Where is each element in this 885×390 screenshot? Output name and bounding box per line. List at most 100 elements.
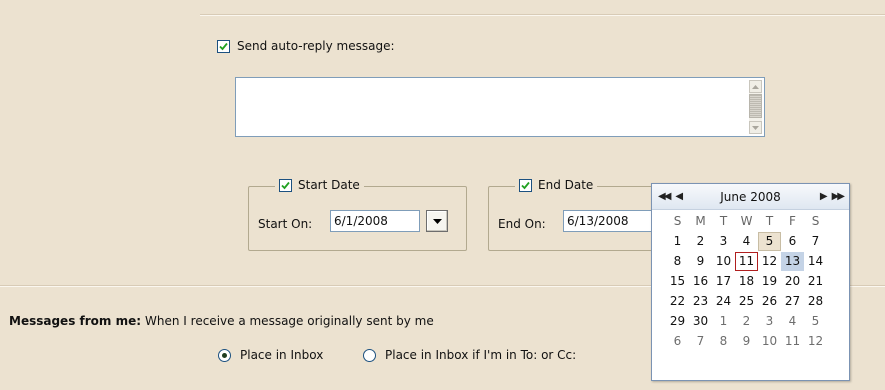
auto-reply-checkbox[interactable] <box>217 39 230 53</box>
weekday-header: S <box>811 214 820 228</box>
calendar-day[interactable]: 3 <box>712 232 735 251</box>
calendar-day[interactable]: 6 <box>781 232 804 251</box>
calendar-day[interactable]: 8 <box>712 332 735 351</box>
calendar-day[interactable]: 5 <box>804 312 827 331</box>
messages-from-me-row: Messages from me: When I receive a messa… <box>9 314 434 328</box>
scroll-down-icon <box>752 125 759 130</box>
auto-reply-row: Send auto-reply message: <box>217 39 395 53</box>
next-month-icon[interactable]: ▶ <box>820 191 828 202</box>
chevron-down-icon <box>432 218 442 224</box>
calendar-day[interactable]: 26 <box>758 292 781 311</box>
calendar-day[interactable]: 4 <box>735 232 758 251</box>
start-date-group-label: Start Date <box>298 178 360 192</box>
calendar-day[interactable]: 21 <box>804 272 827 291</box>
calendar-day[interactable]: 5 <box>758 231 781 251</box>
end-date-input[interactable]: 6/13/2008 <box>563 210 653 232</box>
scroll-up-icon <box>752 84 759 89</box>
messages-from-me-label: Messages from me: <box>9 314 142 328</box>
start-date-legend: Start Date <box>275 176 364 194</box>
calendar-day[interactable]: 3 <box>758 312 781 331</box>
calendar-day[interactable]: 13 <box>781 251 804 271</box>
calendar-header: ◀◀ ◀ June 2008 ▶ ▶▶ <box>652 184 849 210</box>
weekday-header: T <box>765 214 774 228</box>
calendar-week-row: 29 30 1 2 3 4 5 <box>666 311 827 331</box>
calendar-day[interactable]: 7 <box>689 332 712 351</box>
calendar-next-nav: ▶ ▶▶ <box>820 191 845 202</box>
calendar-week-row: 1234567 <box>666 231 827 251</box>
calendar-day[interactable]: 9 <box>689 252 712 271</box>
calendar-day[interactable]: 1 <box>666 232 689 251</box>
auto-reply-message-input[interactable] <box>235 77 765 137</box>
top-divider <box>200 14 885 16</box>
calendar-day[interactable]: 29 <box>666 312 689 331</box>
calendar-grid: S M T W T F S 1 2 3 4 5 6 7 8 9 10 11 12 13 14 15 16 17 18 19 20 21… <box>666 211 827 351</box>
start-date-dropdown-button[interactable] <box>426 210 448 232</box>
calendar-day[interactable]: 10 <box>712 252 735 271</box>
radio-label: Place in Inbox if I'm in To: or Cc: <box>385 348 577 362</box>
calendar-day[interactable]: 4 <box>781 312 804 331</box>
weekday-header: S <box>673 214 682 228</box>
check-icon <box>281 181 290 189</box>
calendar-day[interactable]: 7 <box>804 232 827 251</box>
check-icon <box>521 181 530 189</box>
prev-year-icon[interactable]: ◀◀ <box>658 191 671 202</box>
calendar-day[interactable]: 18 <box>735 272 758 291</box>
calendar-day[interactable]: 8 <box>666 252 689 271</box>
calendar-day[interactable]: 10 <box>758 332 781 351</box>
calendar-day[interactable]: 16 <box>689 272 712 291</box>
calendar-weekday-row: SMTWTFS <box>666 211 827 231</box>
calendar-day[interactable]: 15 <box>666 272 689 291</box>
radio-place-in-inbox[interactable]: Place in Inbox <box>218 348 323 362</box>
calendar-week-row: 8 9 10 11 12 13 14 <box>666 251 827 271</box>
end-date-legend: End Date <box>515 176 598 194</box>
calendar-day[interactable]: 6 <box>666 332 689 351</box>
calendar-day[interactable]: 30 <box>689 312 712 331</box>
calendar-day[interactable]: 20 <box>781 272 804 291</box>
start-date-input[interactable]: 6/1/2008 <box>330 210 420 232</box>
calendar-day[interactable]: 1 <box>712 312 735 331</box>
weekday-header: T <box>719 214 728 228</box>
radio-button[interactable] <box>218 348 231 362</box>
calendar-day[interactable]: 9 <box>735 332 758 351</box>
scroll-down-button[interactable] <box>749 121 762 134</box>
calendar-day[interactable]: 19 <box>758 272 781 291</box>
radio-label: Place in Inbox <box>240 348 324 362</box>
calendar-week-row: 6 7 8 9 10 11 12 <box>666 331 827 351</box>
calendar-prev-nav: ◀◀ ◀ <box>658 191 683 202</box>
start-on-label: Start On: <box>258 217 313 231</box>
radio-place-in-inbox-if-to-cc[interactable]: Place in Inbox if I'm in To: or Cc: <box>363 348 576 362</box>
scroll-thumb[interactable] <box>749 94 762 118</box>
calendar-day[interactable]: 2 <box>735 312 758 331</box>
radio-dot <box>222 352 227 358</box>
calendar-day[interactable]: 28 <box>804 292 827 311</box>
calendar-day[interactable]: 27 <box>781 292 804 311</box>
calendar-day[interactable]: 2 <box>689 232 712 251</box>
calendar-day[interactable]: 24 <box>712 292 735 311</box>
messages-from-me-description: When I receive a message originally sent… <box>145 314 434 328</box>
calendar-day[interactable]: 23 <box>689 292 712 311</box>
weekday-header: W <box>740 214 753 228</box>
prev-month-icon[interactable]: ◀ <box>675 191 683 202</box>
next-year-icon[interactable]: ▶▶ <box>832 191 845 202</box>
weekday-header: F <box>789 214 796 228</box>
calendar-day[interactable]: 22 <box>666 292 689 311</box>
calendar-day[interactable]: 11 <box>735 251 758 271</box>
calendar-week-row: 22 23 24 25 26 27 28 <box>666 291 827 311</box>
calendar-day[interactable]: 14 <box>804 252 827 271</box>
calendar-day[interactable]: 11 <box>781 332 804 351</box>
calendar-day[interactable]: 17 <box>712 272 735 291</box>
auto-reply-label: Send auto-reply message: <box>237 39 395 53</box>
calendar-day[interactable]: 12 <box>758 252 781 271</box>
scroll-up-button[interactable] <box>749 80 762 93</box>
end-date-checkbox[interactable] <box>519 178 532 192</box>
end-date-group-label: End Date <box>538 178 594 192</box>
message-scrollbar[interactable] <box>749 80 762 134</box>
calendar-month-label: June 2008 <box>720 189 781 204</box>
start-date-checkbox[interactable] <box>279 178 292 192</box>
calendar-day[interactable]: 12 <box>804 332 827 351</box>
check-icon <box>219 42 228 50</box>
radio-button[interactable] <box>363 348 376 362</box>
weekday-header: M <box>695 214 706 228</box>
end-on-label: End On: <box>498 217 546 231</box>
calendar-day[interactable]: 25 <box>735 292 758 311</box>
